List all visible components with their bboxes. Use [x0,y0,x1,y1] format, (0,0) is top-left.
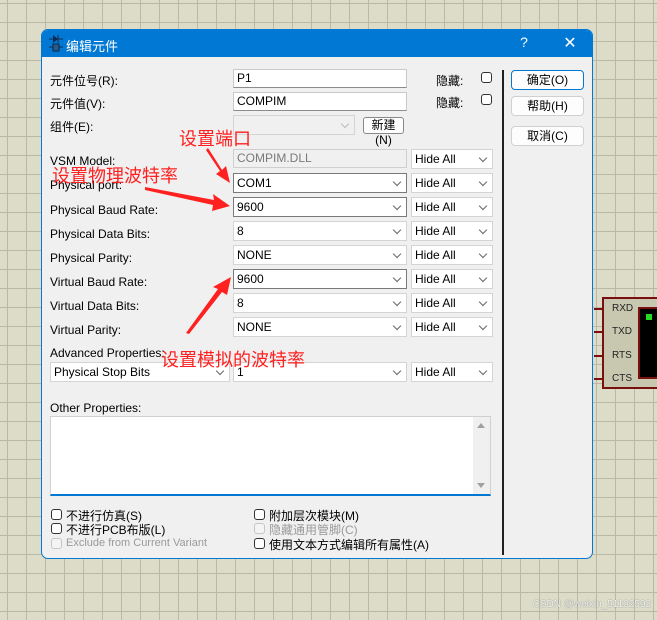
chevron-down-icon [478,153,488,163]
visibility-select-vsm-model[interactable]: Hide All [411,149,493,169]
other-properties-textarea[interactable] [50,416,491,496]
property-label-virtual-data-bits: Virtual Data Bits: [50,299,140,313]
edit-all-as-text-label: 使用文本方式编辑所有属性(A) [269,538,429,552]
new-component-button[interactable]: 新建(N) [363,117,404,147]
visibility-select-physical-baud-rate[interactable]: Hide All [411,197,493,217]
property-select-virtual-parity[interactable]: NONE [233,317,407,337]
advanced-visibility-select[interactable]: Hide All [411,362,493,382]
help-question-button[interactable]: ? [512,34,536,54]
property-select-physical-port[interactable]: COM1 [233,173,407,193]
pin-label-txd: TXD [612,326,632,337]
scroll-down-icon[interactable] [477,483,485,488]
pin-txd-line [594,331,604,333]
chevron-down-icon [478,366,488,376]
chevron-down-icon [392,273,402,283]
chevron-down-icon [478,201,488,211]
property-label-physical-data-bits: Physical Data Bits: [50,227,151,241]
property-select-virtual-data-bits[interactable]: 8 [233,293,407,313]
property-value-vsm-model: COMPIM.DLL [233,149,407,168]
chevron-down-icon [392,177,402,187]
property-select-physical-baud-rate[interactable]: 9600 [233,197,407,217]
component-select[interactable] [233,115,355,135]
title-bar[interactable]: 编辑元件 ? ✕ [42,30,592,57]
visibility-select-virtual-parity[interactable]: Hide All [411,317,493,337]
part-reference-input[interactable]: P1 [233,69,407,88]
help-button[interactable]: 帮助(H) [511,96,584,116]
chevron-down-icon [392,321,402,331]
scroll-up-icon[interactable] [477,423,485,428]
other-properties-label: Other Properties: [50,401,142,415]
visibility-select-physical-port[interactable]: Hide All [411,173,493,193]
annotation-set-port: 设置端口 [179,129,251,150]
chevron-down-icon [340,119,350,129]
attach-hierarchy-checkbox[interactable] [254,509,265,520]
chevron-down-icon [478,321,488,331]
part-reference-label: 元件位号(R): [50,74,118,88]
ok-button[interactable]: 确定(O) [511,70,584,90]
hide-common-pins-checkbox [254,523,265,534]
dialog-title: 编辑元件 [66,39,119,54]
annotation-set-physical-baud: 设置物理波特率 [52,166,178,187]
exclude-simulation-checkbox[interactable] [51,509,62,520]
chevron-down-icon [478,273,488,283]
exclude-pcb-checkbox[interactable] [51,523,62,534]
part-reference-hidden-label: 隐藏: [436,74,464,88]
visibility-select-physical-parity[interactable]: Hide All [411,245,493,265]
chevron-down-icon [392,249,402,259]
property-select-virtual-baud-rate[interactable]: 9600 [233,269,407,289]
visibility-select-virtual-data-bits[interactable]: Hide All [411,293,493,313]
watermark: CSDN @weixin_51102592 [532,599,651,610]
exclude-variant-label: Exclude from Current Variant [66,537,208,549]
property-label-virtual-parity: Virtual Parity: [50,323,122,337]
property-label-physical-parity: Physical Parity: [50,251,133,265]
property-select-physical-parity[interactable]: NONE [233,245,407,265]
chevron-down-icon [392,366,402,376]
pin-label-rxd: RXD [612,303,634,314]
advanced-properties-label: Advanced Properties: [50,346,165,360]
pin-rts-line [594,355,604,357]
annotation-set-virtual-baud: 设置模拟的波特率 [161,350,305,371]
part-value-hidden-label: 隐藏: [436,96,464,110]
component-icon [49,35,63,52]
close-button[interactable]: ✕ [558,33,582,53]
part-reference-hidden-checkbox[interactable] [481,72,492,83]
textarea-scrollbar[interactable] [473,417,490,494]
edit-all-as-text-checkbox[interactable] [254,538,265,549]
chevron-down-icon [478,177,488,187]
pin-label-rts: RTS [612,350,632,361]
visibility-select-physical-data-bits[interactable]: Hide All [411,221,493,241]
chevron-down-icon [392,225,402,235]
cancel-button[interactable]: 取消(C) [511,126,584,146]
part-value-hidden-checkbox[interactable] [481,94,492,105]
exclude-variant-checkbox [51,538,62,549]
exclude-pcb-label: 不进行PCB布版(L) [66,523,166,537]
chevron-down-icon [478,225,488,235]
part-value-label: 元件值(V): [50,97,106,111]
chevron-down-icon [392,201,402,211]
visibility-select-virtual-baud-rate[interactable]: Hide All [411,269,493,289]
edit-component-dialog: 编辑元件 ? ✕ 元件位号(R): P1 隐藏: 元件值(V): COMPIM … [41,29,593,559]
vertical-divider [502,70,504,555]
chevron-down-icon [392,297,402,307]
pin-cts-line [594,378,604,380]
property-select-physical-data-bits[interactable]: 8 [233,221,407,241]
component-label: 组件(E): [50,120,94,134]
chevron-down-icon [478,297,488,307]
chevron-down-icon [478,249,488,259]
property-label-physical-baud-rate: Physical Baud Rate: [50,203,159,217]
property-label-virtual-baud-rate: Virtual Baud Rate: [50,275,148,289]
status-led [646,314,652,320]
pin-rxd-line [594,308,604,310]
pin-label-cts: CTS [612,373,632,384]
part-value-input[interactable]: COMPIM [233,92,407,111]
